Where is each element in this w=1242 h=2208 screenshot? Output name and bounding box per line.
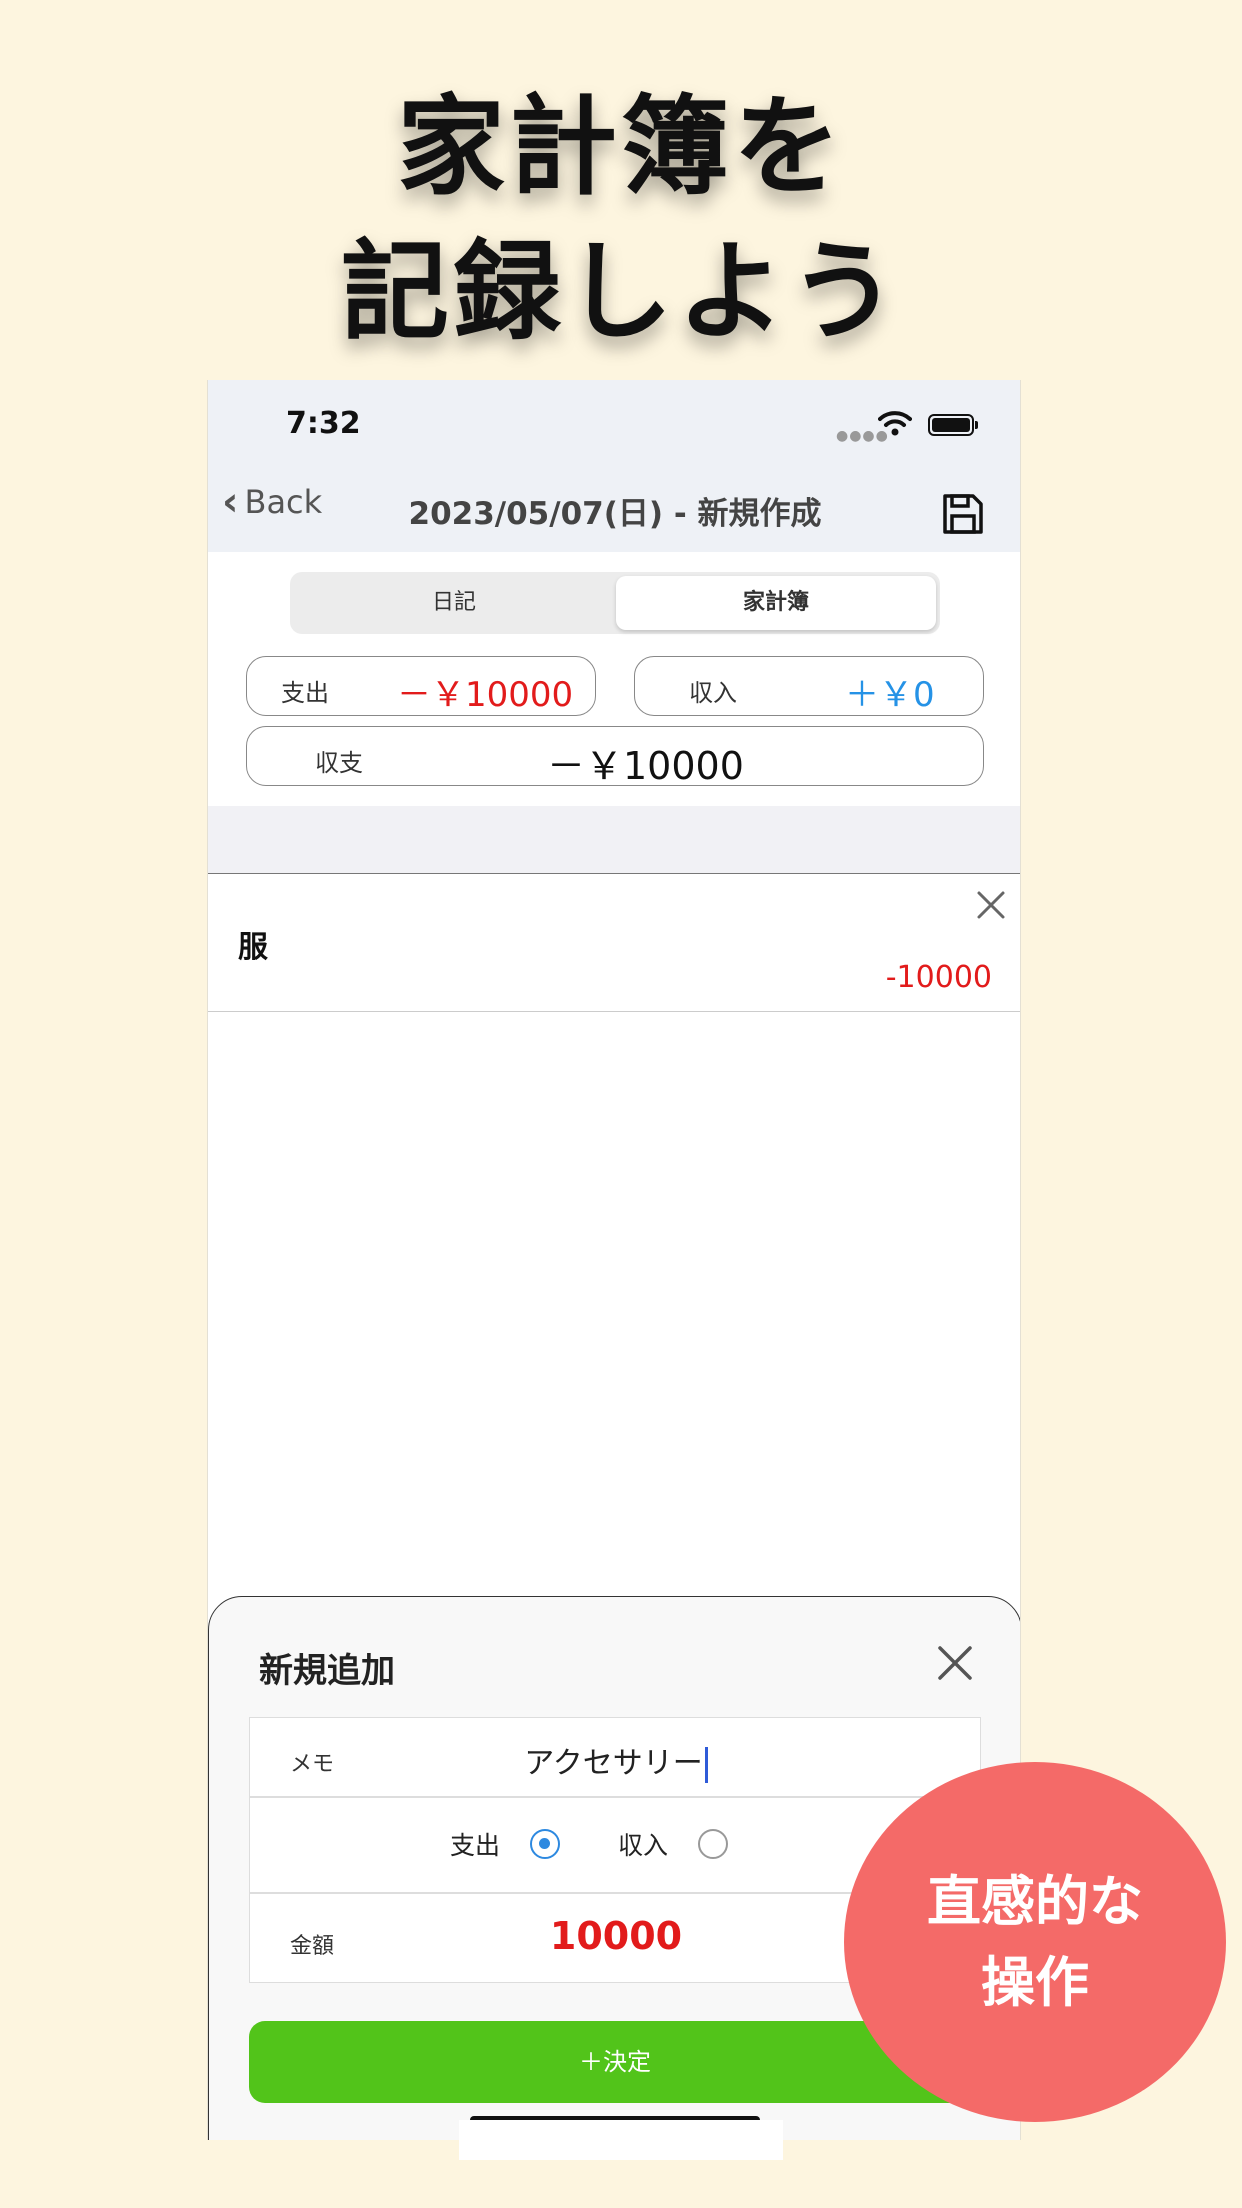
bottom-strip [459, 2120, 783, 2160]
expense-summary: 支出 －￥10000 [246, 656, 596, 716]
feature-badge: 直感的な 操作 [844, 1762, 1226, 2122]
income-summary-label: 収入 [689, 679, 737, 707]
badge-line-2: 操作 [981, 1951, 1089, 2014]
tab-household-budget[interactable]: 家計簿 [616, 576, 936, 630]
expense-summary-label: 支出 [281, 679, 329, 707]
expense-summary-value: －￥10000 [397, 675, 574, 715]
expense-radio-option[interactable]: 支出 [450, 1826, 561, 1862]
badge-line-1: 直感的な [927, 1870, 1143, 1933]
sheet-title: 新規追加 [259, 1651, 395, 1691]
memo-input[interactable]: アクセサリー [250, 1738, 982, 1783]
tab-diary[interactable]: 日記 [294, 576, 614, 630]
expense-radio[interactable] [530, 1829, 561, 1859]
income-summary: 収入 ＋￥0 [634, 656, 984, 716]
memo-value: アクセサリー [524, 1746, 703, 1781]
balance-summary-value: －￥10000 [547, 744, 744, 788]
headline-line-2: 記録しよう [340, 230, 901, 355]
income-radio[interactable] [698, 1829, 729, 1859]
close-icon[interactable] [935, 1643, 975, 1683]
wifi-icon [878, 411, 912, 436]
list-item[interactable]: 服 -10000 [208, 874, 1020, 1012]
text-caret [704, 1746, 708, 1783]
income-summary-value: ＋￥0 [845, 675, 935, 715]
page-title: 2023/05/07(日) - 新規作成 [408, 496, 822, 532]
income-radio-label: 収入 [618, 1831, 669, 1860]
segmented-control: 日記 家計簿 [290, 572, 940, 634]
status-time: 7:32 [286, 406, 361, 441]
list-header-spacer [208, 806, 1020, 874]
nav-bar: ‹ Back 2023/05/07(日) - 新規作成 [208, 452, 1020, 552]
entry-amount: -10000 [885, 960, 992, 995]
expense-radio-label: 支出 [450, 1831, 501, 1860]
entry-name: 服 [238, 930, 268, 965]
income-radio-option[interactable]: 収入 [618, 1826, 729, 1862]
headline-line-1: 家計簿を [396, 85, 845, 210]
memo-row: メモ アクセサリー [249, 1717, 981, 1797]
delete-icon[interactable] [974, 888, 1008, 922]
save-icon[interactable] [941, 492, 985, 536]
battery-icon [928, 414, 978, 436]
balance-summary-label: 収支 [315, 749, 363, 777]
balance-summary: 収支 －￥10000 [246, 726, 984, 788]
status-bar: 7:32 ●●●● [208, 380, 1020, 452]
